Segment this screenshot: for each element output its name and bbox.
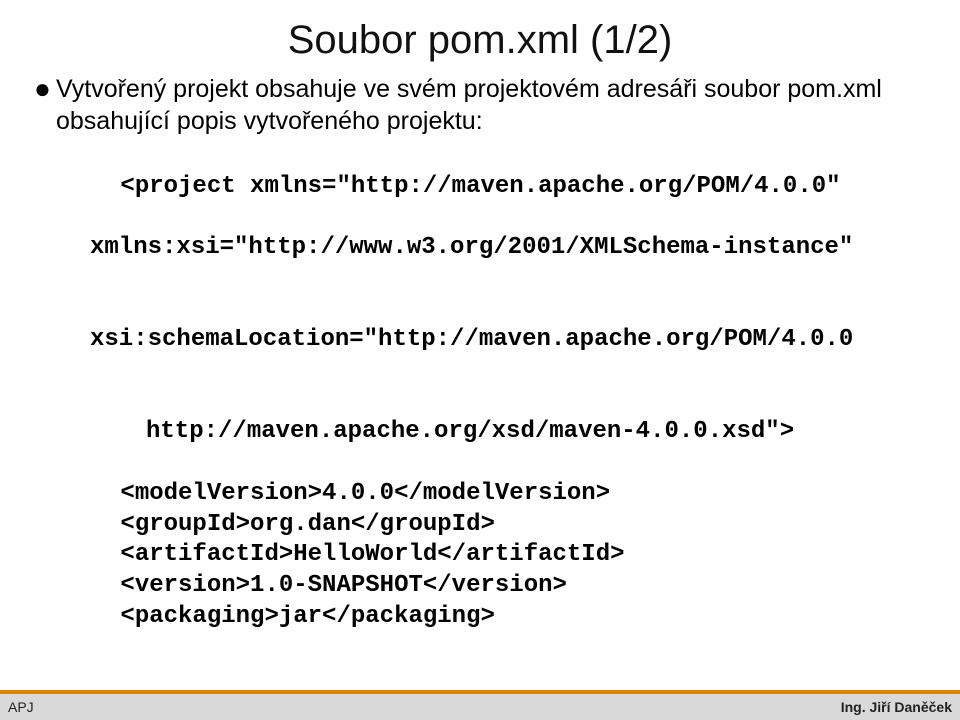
footer-bar: APJ Ing. Jiří Daněček bbox=[0, 694, 960, 720]
code-line: xmlns:xsi="http://www.w3.org/2001/XMLSch… bbox=[34, 233, 926, 264]
slide: Soubor pom.xml (1/2) ● Vytvořený projekt… bbox=[0, 0, 960, 720]
code-line: <modelVersion>4.0.0</modelVersion> bbox=[120, 480, 610, 507]
footer-left: APJ bbox=[8, 699, 34, 715]
footer-right: Ing. Jiří Daněček bbox=[841, 699, 952, 715]
bullet-item: ● Vytvořený projekt obsahuje ve svém pro… bbox=[34, 73, 926, 137]
code-line: <version>1.0-SNAPSHOT</version> bbox=[120, 572, 566, 599]
code-line: http://maven.apache.org/xsd/maven-4.0.0.… bbox=[34, 417, 926, 448]
code-blank-line bbox=[34, 663, 926, 691]
slide-title: Soubor pom.xml (1/2) bbox=[0, 0, 960, 69]
code-line: xsi:schemaLocation="http://maven.apache.… bbox=[34, 325, 926, 356]
code-line: <groupId>org.dan</groupId> bbox=[120, 511, 494, 538]
slide-body: ● Vytvořený projekt obsahuje ve svém pro… bbox=[0, 69, 960, 720]
bullet-text: Vytvořený projekt obsahuje ve svém proje… bbox=[56, 73, 926, 137]
bullet-dot-icon: ● bbox=[34, 73, 56, 137]
code-block: <project xmlns="http://maven.apache.org/… bbox=[34, 139, 926, 720]
code-line: <artifactId>HelloWorld</artifactId> bbox=[120, 541, 624, 568]
code-line: <project xmlns="http://maven.apache.org/… bbox=[120, 173, 840, 200]
code-line: <packaging>jar</packaging> bbox=[120, 603, 494, 630]
